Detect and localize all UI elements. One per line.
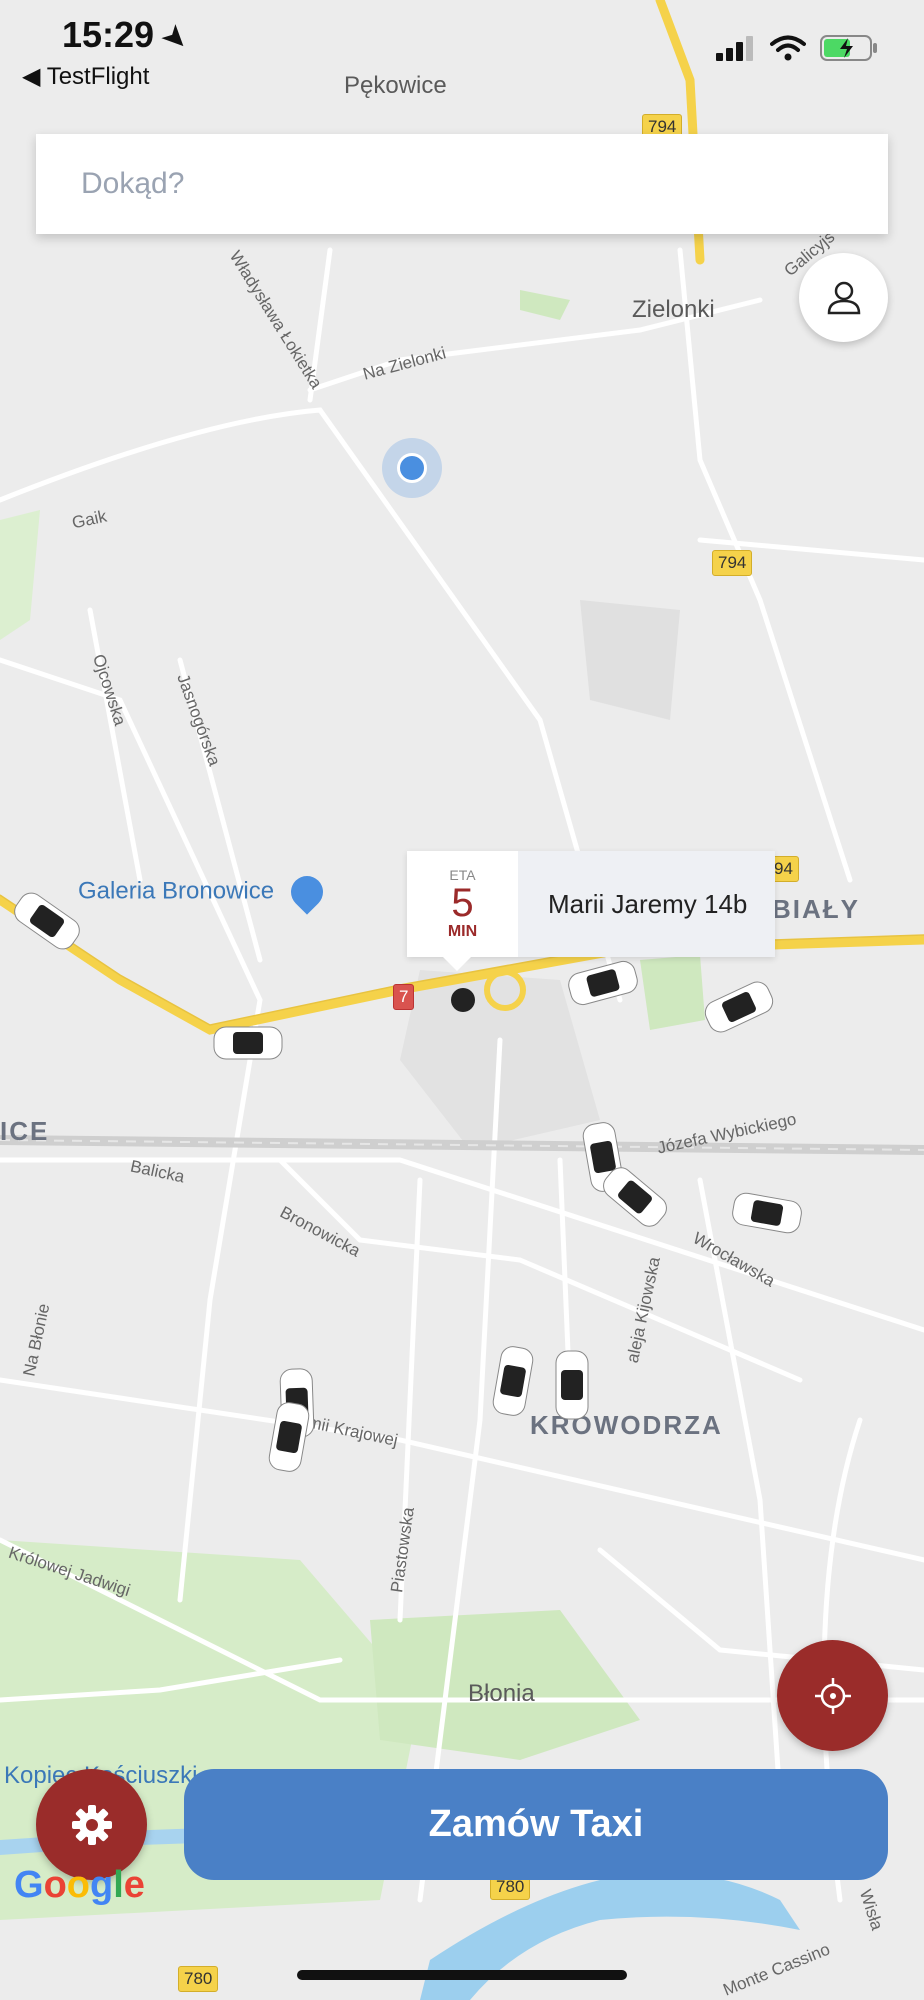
poi-name: Galeria Bronowice — [78, 877, 275, 905]
battery-charging-icon — [820, 35, 877, 61]
place-label-blonia: Błonia — [468, 1680, 535, 1707]
user-icon — [827, 281, 860, 314]
google-logo: Google — [14, 1864, 145, 1907]
destination-input[interactable] — [81, 167, 888, 201]
crosshair-icon — [814, 1677, 851, 1714]
google-logo-letter: o — [66, 1864, 90, 1906]
gear-icon — [71, 1804, 112, 1845]
shopping-icon — [284, 869, 330, 915]
eta-unit: MIN — [447, 923, 478, 940]
route-shield-7: 7 — [393, 984, 415, 1010]
place-label-ice: ICE — [0, 1116, 50, 1146]
home-indicator[interactable] — [297, 1970, 627, 1980]
user-location-marker — [382, 438, 442, 498]
status-icons — [716, 34, 878, 62]
signal-icon — [716, 36, 753, 61]
locate-me-button[interactable] — [777, 1640, 888, 1751]
pickup-marker — [451, 988, 475, 1012]
route-shield-794: 794 — [712, 550, 753, 576]
taxi-icon — [213, 1026, 283, 1060]
pickup-address: Marii Jaremy 14b — [518, 851, 775, 957]
wifi-icon — [770, 35, 806, 61]
google-logo-letter: e — [123, 1864, 145, 1906]
back-to-app-link[interactable]: ◀ TestFlight — [22, 62, 149, 91]
pickup-eta-callout[interactable]: ETA 5 MIN Marii Jaremy 14b — [407, 851, 775, 971]
google-logo-letter: o — [43, 1864, 67, 1906]
eta-box: ETA 5 MIN — [407, 851, 518, 957]
destination-search-bar[interactable] — [36, 134, 888, 234]
route-shield-780: 780 — [178, 1966, 219, 1992]
status-time-text: 15:29 — [62, 14, 155, 55]
place-label-pekowice: Pękowice — [344, 72, 447, 99]
google-logo-letter: G — [14, 1864, 44, 1906]
google-logo-letter: g — [90, 1864, 114, 1906]
google-logo-letter: l — [113, 1864, 124, 1906]
status-time: 15:29 ➤ — [62, 14, 195, 57]
poi-label-galeria[interactable]: Galeria Bronowice — [78, 869, 330, 915]
place-label-bialy: BIAŁY — [772, 894, 860, 924]
eta-minutes: 5 — [451, 881, 474, 925]
taxi-icon — [555, 1350, 589, 1420]
profile-button[interactable] — [799, 253, 888, 342]
place-label-zielonki: Zielonki — [632, 296, 715, 323]
order-taxi-button[interactable]: Zamów Taxi — [184, 1769, 888, 1880]
